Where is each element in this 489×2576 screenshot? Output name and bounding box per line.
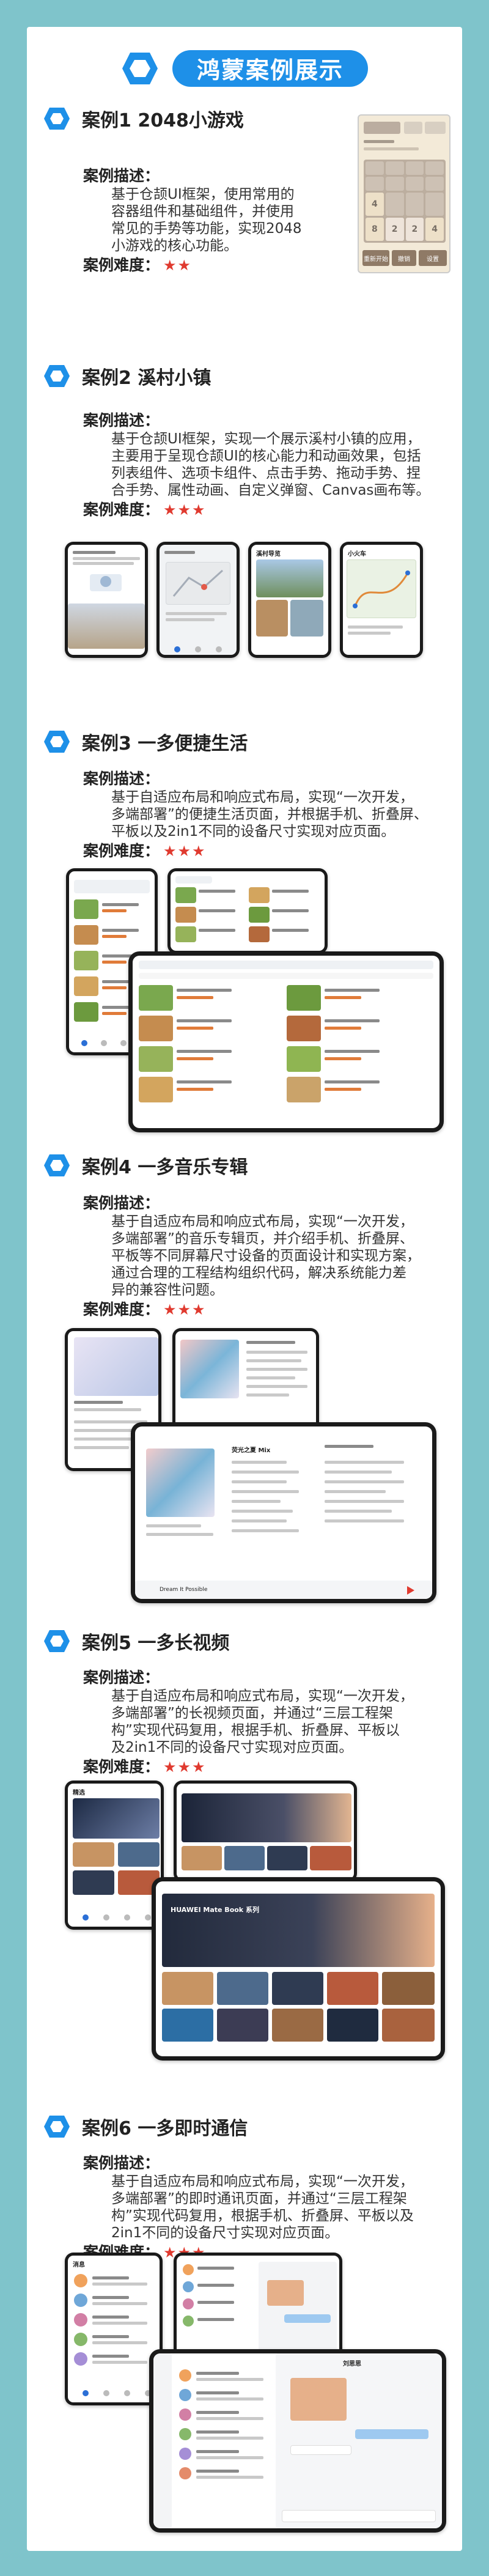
desc-label: 案例描述： [83, 2154, 160, 2172]
map-icon [172, 569, 224, 597]
game-tile [405, 161, 424, 175]
phone-mockup [156, 542, 240, 658]
case-description: 基于自适应布局和响应式布局，实现“一次开发， 多端部署”的便捷生活页面，并根据手机… [111, 789, 428, 840]
difficulty-label: 案例难度： [83, 1301, 160, 1318]
hexagon-bullet-icon [44, 731, 70, 753]
game-tile: 2 [385, 217, 404, 241]
phone-mockup: 精选 [65, 1781, 164, 1930]
chat-contact-name: 刘思思 [343, 2361, 361, 2367]
phone-mockup: 溪村导览 [248, 542, 331, 658]
game-2048-screenshot: 4 8 2 2 4 重新开始 撤销 设置 [358, 114, 450, 273]
game-tile [425, 192, 444, 216]
game-tile: 4 [366, 192, 384, 216]
desc-label: 案例描述： [83, 1194, 160, 1212]
game-tile [385, 177, 404, 191]
hexagon-bullet-icon [44, 2116, 70, 2138]
undo-button[interactable]: 撤销 [392, 250, 416, 266]
case-title: 案例1 2048小游戏 [82, 110, 244, 131]
case-1-section: 案例1 2048小游戏 案例描述： 基于仓颉UI框架，使用常用的 容器组件和基础组… [27, 27, 462, 369]
difficulty-label: 案例难度： [83, 256, 160, 274]
video-banner-title: HUAWEI Mate Book 系列 [171, 1906, 259, 1914]
hexagon-bullet-icon [44, 1154, 70, 1176]
foldable-mockup [174, 1781, 357, 1882]
difficulty-label: 案例难度： [83, 501, 160, 519]
desc-label: 案例描述： [83, 167, 160, 185]
case-description: 基于自适应布局和响应式布局，实现“一次开发， 多端部署”的长视频页面，并通过“三层… [111, 1688, 414, 1755]
game-tile [405, 177, 424, 191]
tablet-mockup: 荧光之夏 Mix Dream It Possible [131, 1422, 436, 1603]
game-tile [425, 161, 444, 175]
phone-mockup: 消息 [65, 2253, 163, 2405]
case-description: 基于自适应布局和响应式布局，实现“一次开发， 多端部署”的即时通讯页面，并通过“三… [111, 2174, 414, 2241]
game-tile [385, 161, 404, 175]
play-icon[interactable] [404, 1584, 416, 1596]
illustration-icon [90, 574, 122, 591]
phone-mockup [65, 542, 148, 658]
chat-tab[interactable]: 消息 [73, 2259, 85, 2268]
game-tile: 2 [405, 217, 424, 241]
tablet-mockup [128, 951, 444, 1132]
hexagon-bullet-icon [44, 365, 70, 387]
difficulty-stars: ★★★ [163, 501, 207, 519]
desc-label: 案例描述： [83, 1669, 160, 1686]
hexagon-bullet-icon [44, 1630, 70, 1652]
hexagon-bullet-icon [44, 108, 70, 130]
difficulty-stars: ★★ [163, 257, 193, 274]
case-title: 案例4 一多音乐专辑 [82, 1157, 248, 1178]
tablet-mockup: HUAWEI Mate Book 系列 [152, 1877, 445, 2061]
case-title: 案例5 一多长视频 [82, 1633, 230, 1654]
case-description: 基于仓颉UI框架，实现一个展示溪村小镇的应用， 主要用于呈现仓颉UI的核心能力和动… [111, 431, 430, 498]
game-tile: 8 [366, 217, 384, 241]
difficulty-label: 案例难度： [83, 1758, 160, 1776]
game-tile [366, 177, 384, 191]
case-title: 案例3 一多便捷生活 [82, 733, 248, 755]
game-tile [366, 161, 384, 175]
game-tile [425, 177, 444, 191]
restart-button[interactable]: 重新开始 [362, 250, 389, 266]
difficulty-stars: ★★★ [163, 1759, 207, 1776]
game-tile: 4 [425, 217, 444, 241]
tablet-mockup: 刘思思 [149, 2349, 446, 2533]
desc-label: 案例描述： [83, 411, 160, 429]
case-title: 案例2 溪村小镇 [82, 367, 211, 389]
phone-mockup: 小火车 [340, 542, 423, 658]
game-tile [385, 192, 404, 216]
case-title: 案例6 一多即时通信 [82, 2118, 248, 2139]
video-tab[interactable]: 精选 [73, 1787, 85, 1796]
album-name: 荧光之夏 Mix [232, 1447, 271, 1454]
difficulty-stars: ★★★ [163, 1301, 207, 1318]
settings-button[interactable]: 设置 [419, 250, 447, 266]
village-tab-label: 溪村导览 [256, 551, 281, 558]
difficulty-stars: ★★★ [163, 843, 207, 860]
route-map-icon [353, 570, 410, 608]
desc-label: 案例描述： [83, 770, 160, 788]
difficulty-label: 案例难度： [83, 842, 160, 860]
foldable-mockup [167, 868, 328, 954]
case-description: 基于仓颉UI框架，使用常用的 容器组件和基础组件，并使用 常见的手势等功能，实现2… [111, 186, 302, 254]
village-tab-label: 小火车 [348, 551, 366, 558]
foldable-mockup [174, 2253, 342, 2360]
case-description: 基于自适应布局和响应式布局，实现“一次开发， 多端部署”的音乐专辑页，并介绍手机、… [111, 1214, 421, 1298]
game-tile [405, 192, 424, 216]
foldable-mockup [172, 1328, 319, 1434]
game-grid: 4 8 2 2 4 [364, 160, 446, 243]
now-playing-artist: Dream It Possible [160, 1587, 208, 1593]
case-showcase-page: 鸿蒙案例展示 案例1 2048小游戏 案例描述： 基于仓颉UI框架，使用常用的容… [27, 27, 462, 2551]
